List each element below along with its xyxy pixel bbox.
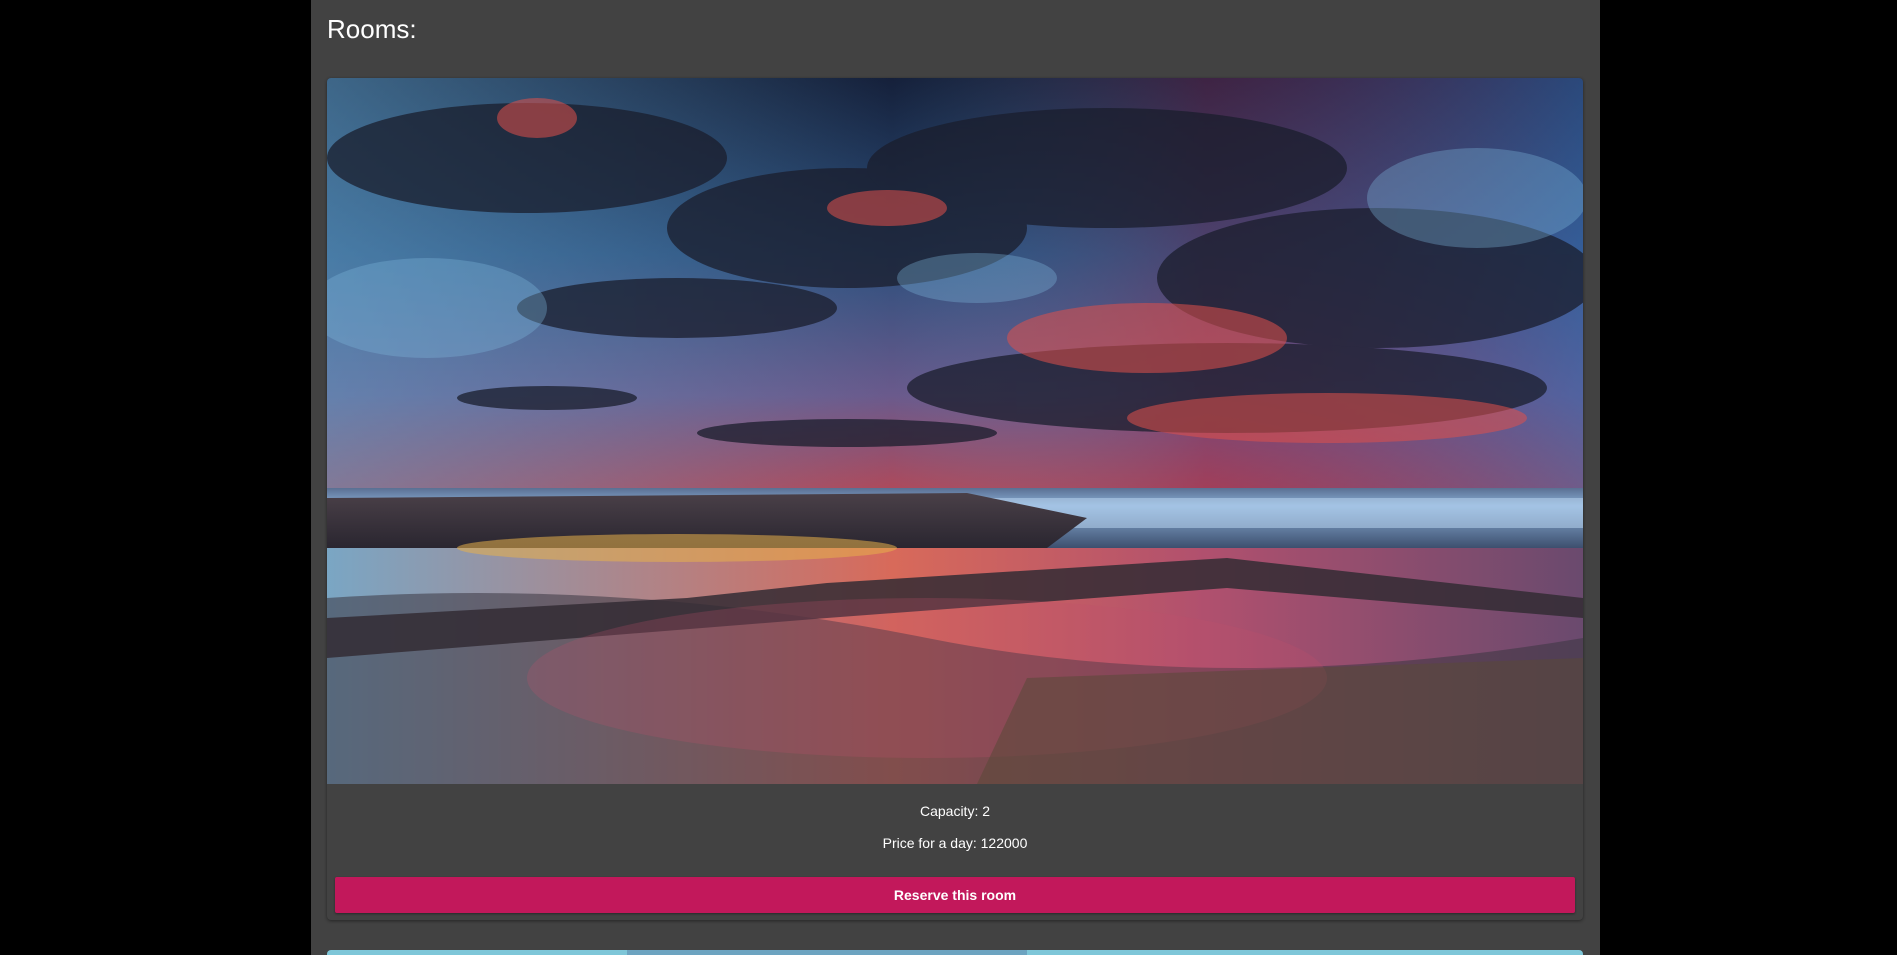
room-photo [327, 78, 1583, 784]
reserve-room-button[interactable]: Reserve this room [335, 877, 1575, 913]
room-image [327, 78, 1583, 784]
room-price-line: Price for a day: 122000 [327, 835, 1583, 851]
page-title: Rooms: [327, 14, 417, 44]
main-container: Rooms: Capacity: 2 Price for a day: 1220… [311, 0, 1600, 955]
price-text: Price for a day: 122000 [882, 835, 1028, 851]
capacity-text: Capacity: 2 [919, 803, 991, 819]
room-capacity-line: Capacity: 2 [327, 803, 1583, 819]
room-card: Capacity: 2 Capacity: 2 Price for a day:… [327, 78, 1583, 920]
next-room-card-preview [327, 950, 1583, 955]
